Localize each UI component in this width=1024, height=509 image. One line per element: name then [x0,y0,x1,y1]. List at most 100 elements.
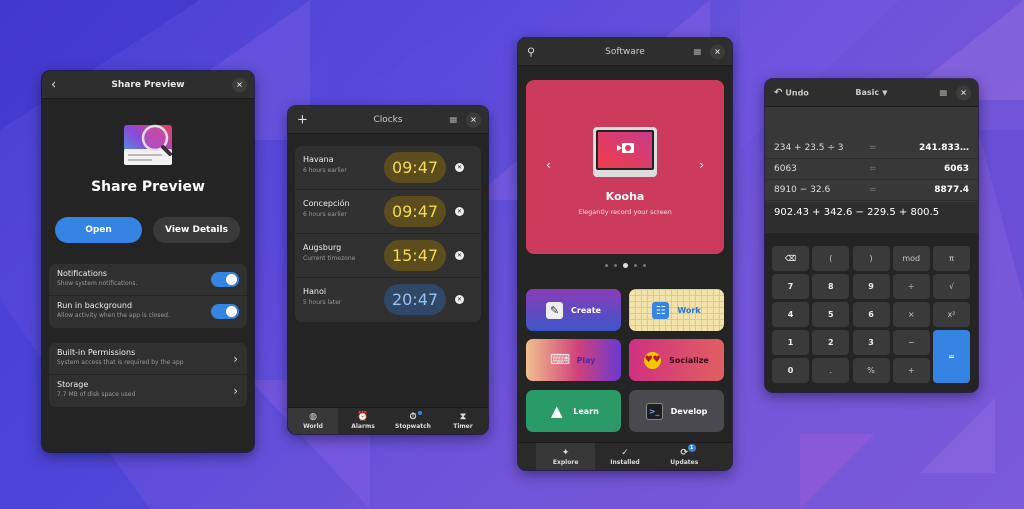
hamburger-icon[interactable]: ≡ [693,45,702,58]
multiply-key[interactable]: × [892,302,930,327]
tab-label: Updates [670,458,699,466]
decimal-key[interactable]: . [812,358,850,383]
close-icon[interactable]: ✕ [232,77,247,92]
tab-updates[interactable]: ⟳ 1 Updates [655,443,714,470]
carousel-dot[interactable] [642,264,646,267]
close-icon[interactable]: ✕ [710,44,725,59]
hamburger-icon[interactable]: ≡ [449,113,458,126]
category-label: Develop [670,406,708,416]
emoji-icon: ♥♥ [644,351,662,369]
remove-clock-icon[interactable]: ✕ [455,207,464,216]
view-details-button[interactable]: View Details [153,217,240,243]
plus-key[interactable]: + [892,358,930,383]
digit-7-key[interactable]: 7 [772,274,809,299]
mode-selector[interactable]: Basic ▼ [855,88,887,97]
storage-row[interactable]: Storage 7.7 MB of disk space used › [49,375,247,407]
calculator-window: ↶ Undo Basic ▼ ≡ ✕ 234 + 23.5 ÷ 3 = 241.… [765,79,978,392]
undo-icon: ↶ [774,87,783,98]
featured-app-banner[interactable]: ‹ Kooha Elegantly record your screen › [526,80,724,254]
digit-5-key[interactable]: 5 [812,302,850,327]
history-expression: 6063 [774,164,797,174]
remove-clock-icon[interactable]: ✕ [455,163,464,172]
category-label: Work [677,305,701,315]
divide-key[interactable]: ÷ [892,274,930,299]
digit-4-key[interactable]: 4 [772,302,809,327]
close-icon[interactable]: ✕ [466,112,481,127]
category-learn[interactable]: ▲ Learn [526,390,621,432]
digit-0-key[interactable]: 0 [772,358,809,383]
digit-8-key[interactable]: 8 [812,274,850,299]
window-title: Share Preview [111,79,185,90]
plus-icon[interactable]: + [297,112,308,127]
tab-timer[interactable]: ⧗ Timer [438,408,488,434]
history-row[interactable]: 8910 − 32.6 = 8877.4 [765,180,978,201]
square-key[interactable]: x² [933,302,970,327]
history-row[interactable]: 6063 = 6063 [765,159,978,180]
digit-3-key[interactable]: 3 [852,330,890,355]
category-develop[interactable]: >_ Develop [629,390,724,432]
history-result: 6063 [943,164,969,174]
row-subtitle: 7.7 MB of disk space used [57,391,136,398]
mode-label: Basic [855,88,880,97]
share-preview-window: ‹ Share Preview ✕ Share Preview Open Vie… [42,71,254,452]
clock-row[interactable]: Hanoi 5 hours later 20:47 ✕ [295,278,481,322]
open-button[interactable]: Open [55,217,142,243]
tab-installed[interactable]: ✓ Installed [595,443,654,470]
carousel-dot[interactable] [633,264,637,267]
undo-label: Undo [785,88,809,97]
sqrt-key[interactable]: √ [933,274,970,299]
tab-alarms[interactable]: ⏰ Alarms [338,408,388,434]
tab-explore[interactable]: ✦ Explore [536,443,596,470]
header-bar: ‹ Share Preview ✕ [42,71,254,99]
chevron-left-icon[interactable]: ‹ [51,77,56,92]
category-create[interactable]: ✎ Create [526,289,621,331]
row-title: Storage [57,380,89,389]
kooha-app-icon [593,127,657,177]
expression-input[interactable]: 902.43 + 342.6 − 229.5 + 800.5 [774,207,939,218]
open-paren-key[interactable]: ( [812,246,850,271]
carousel-dot-active[interactable] [622,263,628,268]
remove-clock-icon[interactable]: ✕ [455,251,464,260]
clock-row[interactable]: Havana 6 hours earlier 09:47 ✕ [295,146,481,190]
category-play[interactable]: ⌨ Play [526,339,621,381]
history-row[interactable]: 234 + 23.5 ÷ 3 = 241.833… [765,138,978,159]
close-icon[interactable]: ✕ [956,85,971,100]
minus-key[interactable]: − [892,330,930,355]
hamburger-icon[interactable]: ≡ [939,86,948,99]
undo-button[interactable]: ↶ Undo [774,87,809,98]
digit-2-key[interactable]: 2 [812,330,850,355]
clock-row[interactable]: Concepción 6 hours earlier 09:47 ✕ [295,190,481,234]
digit-1-key[interactable]: 1 [772,330,809,355]
chevron-left-icon[interactable]: ‹ [546,158,551,172]
carousel-dot[interactable] [613,264,617,267]
window-title: Clocks [373,114,403,125]
carousel-dot[interactable] [604,264,608,267]
check-circle-icon: ✓ [621,447,629,458]
category-socialize[interactable]: ♥♥ Socialize [629,339,724,381]
digit-6-key[interactable]: 6 [852,302,890,327]
pi-key[interactable]: π [933,246,970,271]
tab-label: World [303,423,323,430]
view-switcher: ✦ Explore ✓ Installed ⟳ 1 Updates [518,442,732,470]
search-icon[interactable]: ⚲ [527,45,535,58]
category-work[interactable]: ☷ Work [629,289,724,331]
run-in-background-toggle[interactable] [211,304,239,319]
hourglass-icon: ⧗ [459,412,467,422]
permissions-row[interactable]: Built-in Permissions System access that … [49,343,247,375]
equals-key[interactable]: = [933,330,970,383]
backspace-key[interactable]: ⌫ [772,246,809,271]
remove-clock-icon[interactable]: ✕ [455,295,464,304]
clock-row[interactable]: Augsburg Current timezone 15:47 ✕ [295,234,481,278]
input-area[interactable]: 902.43 + 342.6 − 229.5 + 800.5 [765,202,978,233]
digit-9-key[interactable]: 9 [852,274,890,299]
history-result: 241.833… [919,143,969,153]
notifications-toggle[interactable] [211,272,239,287]
tab-stopwatch[interactable]: ⏱ Stopwatch [388,408,438,434]
mod-key[interactable]: mod [892,246,930,271]
tab-world[interactable]: ◍ World [288,408,338,434]
clock-time: 09:47 [384,196,446,227]
terminal-icon: >_ [645,402,663,420]
close-paren-key[interactable]: ) [852,246,890,271]
percent-key[interactable]: % [852,358,890,383]
chevron-right-icon[interactable]: › [699,158,704,172]
